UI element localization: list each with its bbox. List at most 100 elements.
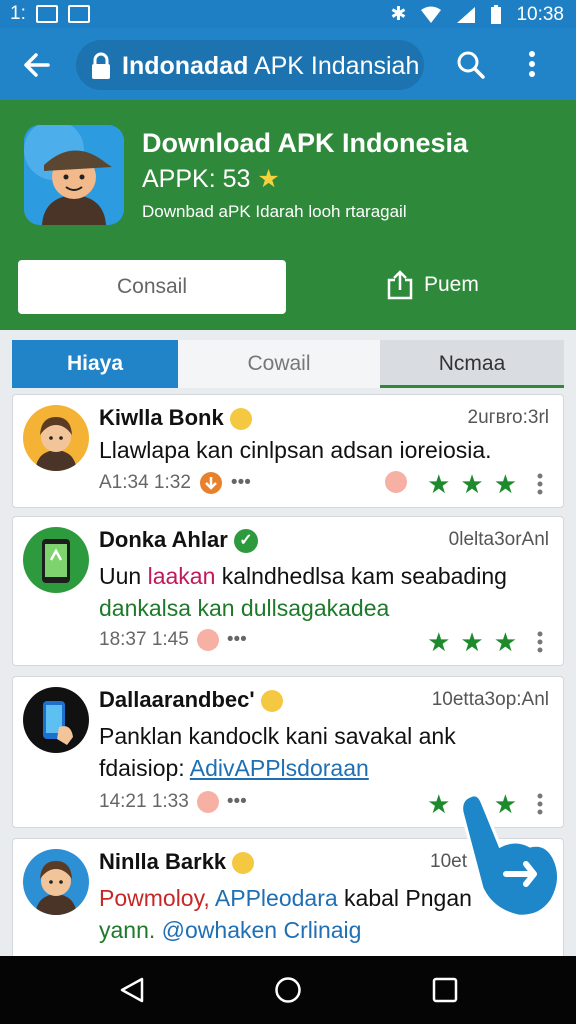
rating-stars: ★ ★ ★ <box>427 627 517 658</box>
tab-hiaya[interactable]: Hiaya <box>12 340 178 388</box>
message-time: 2uгвro:3rl <box>467 407 549 428</box>
tab-bar: Hiaya Cowail Ncmaa <box>12 340 564 388</box>
star-icon: ★ <box>493 627 517 657</box>
face-emoji-icon <box>196 629 219 651</box>
nav-back-icon[interactable] <box>118 976 146 1004</box>
hand-pointer-icon <box>460 793 560 918</box>
status-bar: 1: ✱ 10:38 <box>0 0 576 28</box>
more-icon[interactable] <box>537 631 543 653</box>
message-text: fdaisiop: AdivAPPlsdoraan <box>99 755 369 782</box>
message-meta: 18:37 1:45 ••• <box>99 629 247 651</box>
primary-action-button[interactable]: Consail <box>18 260 286 314</box>
app-notification-icon <box>67 5 90 23</box>
message-link[interactable]: AdivAPPlsdoraan <box>190 755 369 781</box>
message-text-part: kalndhedlsa kam seabading <box>215 563 507 589</box>
status-left-text: 1: <box>10 3 26 24</box>
sender-name-text: Dallaarandbec' <box>99 687 255 712</box>
download-icon[interactable] <box>199 471 223 495</box>
wifi-icon <box>421 6 442 23</box>
signal-icon <box>457 6 476 23</box>
ellipsis-icon: ••• <box>230 472 251 493</box>
url-domain: Indonadad <box>122 52 249 80</box>
battery-icon <box>491 4 502 24</box>
tab-cowail[interactable]: Cowail <box>178 340 380 388</box>
message-meta: 14:21 1:33 ••• <box>99 791 247 813</box>
floating-action-button[interactable] <box>456 790 566 920</box>
share-icon <box>387 270 413 300</box>
share-label: Puem <box>424 273 479 296</box>
message-text-part: fdaisiop: <box>99 755 190 781</box>
ellipsis-icon: ••• <box>226 791 247 812</box>
app-bar: Indonadad APK Indansiah <box>0 28 576 100</box>
url-path: APK Indansiah <box>248 52 420 80</box>
ellipsis-icon: ••• <box>226 629 247 650</box>
share-button[interactable]: Puem <box>386 270 479 300</box>
message-time: 10etta3op:Anl <box>431 689 549 710</box>
version-text: APPK: 53 <box>142 165 251 193</box>
sender-name: Ninlla Barkk <box>99 849 255 875</box>
app-header: Download APK Indonesia APPK: 53 ★ Downba… <box>0 100 576 330</box>
message-text-green: dankalsa kan dullsagakadea <box>99 595 390 621</box>
face-emoji-icon <box>385 471 407 493</box>
message-text: Powmoloy, APPleodara kabal Pngan <box>99 885 472 912</box>
verified-icon: ✓ <box>233 529 258 554</box>
message-text-blue: APPleodara <box>214 885 338 911</box>
message-text-part: kabal Pngan <box>337 885 472 911</box>
lock-icon <box>92 52 110 79</box>
status-time: 10:38 <box>516 3 564 25</box>
app-version: APPK: 53 ★ <box>142 164 280 194</box>
more-icon[interactable] <box>537 473 543 495</box>
message-text: Llawlapa kan cinlpsan adsan ioreiosia. <box>99 437 492 463</box>
message-text: Panklan kandoclk kani savakal ank <box>99 723 456 749</box>
tab-ncmaa[interactable]: Ncmaa <box>380 340 564 388</box>
meta-text: 18:37 1:45 <box>99 629 189 650</box>
more-options-icon[interactable] <box>528 50 536 78</box>
message-mention[interactable]: @owhaken Crlinaig <box>162 917 362 943</box>
sparkle-star-icon: ★ <box>257 165 280 193</box>
navigation-bar <box>0 956 576 1024</box>
message-card[interactable]: Kiwlla Bonk 2uгвro:3rl Llawlapa kan cinl… <box>12 394 564 508</box>
message-text-green: yann. <box>99 917 162 943</box>
emoji-icon <box>232 852 255 875</box>
avatar <box>23 405 89 471</box>
avatar <box>23 527 89 593</box>
address-bar[interactable]: Indonadad APK Indansiah <box>76 40 424 90</box>
app-title: Download APK Indonesia <box>142 128 469 158</box>
app-icon <box>24 125 124 225</box>
nav-home-icon[interactable] <box>274 976 302 1004</box>
star-icon: ★ <box>460 627 484 657</box>
meta-text: A1:34 1:32 <box>99 472 191 493</box>
nav-recents-icon[interactable] <box>432 977 458 1003</box>
search-icon[interactable] <box>456 50 486 80</box>
star-icon: ★ <box>460 469 484 499</box>
avatar <box>23 849 89 915</box>
meta-text: 14:21 1:33 <box>99 791 189 812</box>
message-text: Uun laakan kalndhedlsa kam seabading <box>99 563 507 590</box>
sender-name: Donka Ahlar ✓ <box>99 527 258 554</box>
sender-name-text: Kiwlla Bonk <box>99 405 224 430</box>
sender-name: Kiwlla Bonk <box>99 405 252 431</box>
url-text: Indonadad APK Indansiah <box>122 52 419 81</box>
star-icon: ★ <box>427 469 451 499</box>
app-subtitle: Downbad aPK Idarah looh rtaragail <box>142 202 407 221</box>
emoji-icon <box>260 690 283 713</box>
sender-name-text: Ninlla Barkk <box>99 849 227 874</box>
face-emoji-icon <box>196 791 219 813</box>
message-highlight-text: laakan <box>147 563 216 589</box>
avatar <box>23 687 89 753</box>
message-text-red: Powmoloy, <box>99 885 215 911</box>
sender-name: Dallaarandbec' <box>99 687 283 713</box>
message-text-part: Uun <box>99 563 148 589</box>
message-meta: A1:34 1:32 ••• <box>99 471 251 495</box>
emoji-icon <box>229 408 252 431</box>
message-text: yann. @owhaken Crlinaig <box>99 917 361 944</box>
sender-name-text: Donka Ahlar <box>99 527 228 552</box>
message-card[interactable]: Donka Ahlar ✓ 0lelta3orAnl Uun laakan ka… <box>12 516 564 666</box>
star-icon: ★ <box>427 789 451 819</box>
bluetooth-icon: ✱ <box>390 4 407 25</box>
star-icon: ★ <box>427 627 451 657</box>
gallery-notification-icon <box>35 5 58 23</box>
back-arrow-icon[interactable] <box>20 48 54 82</box>
message-time: 0lelta3orAnl <box>448 529 549 550</box>
rating-stars: ★ ★ ★ <box>427 469 517 500</box>
